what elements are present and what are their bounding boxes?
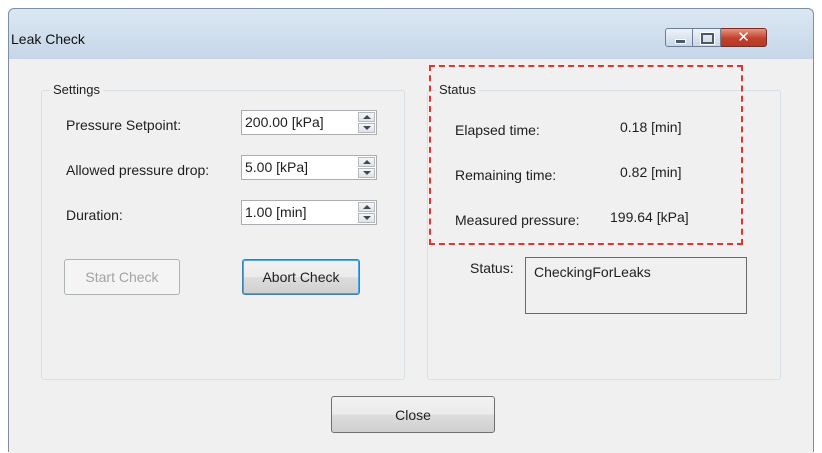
duration-value[interactable]: 1.00 [min]	[245, 204, 306, 220]
status-highlight-box	[429, 65, 743, 245]
duration-label: Duration:	[66, 207, 123, 223]
start-check-button[interactable]: Start Check	[64, 259, 180, 295]
minimize-button[interactable]	[665, 28, 693, 47]
allowed-drop-label: Allowed pressure drop:	[66, 162, 210, 178]
spin-down-icon	[363, 216, 371, 220]
pressure-setpoint-down[interactable]	[358, 123, 375, 133]
allowed-drop-down[interactable]	[358, 168, 375, 178]
duration-up[interactable]	[358, 202, 375, 212]
status-text-box: CheckingForLeaks	[525, 257, 747, 314]
close-icon: ✕	[737, 28, 750, 46]
status-text-value: CheckingForLeaks	[534, 264, 651, 280]
minimize-icon	[675, 39, 686, 44]
settings-legend: Settings	[50, 82, 103, 97]
pressure-setpoint-up[interactable]	[358, 112, 375, 122]
spin-up-icon	[363, 205, 371, 209]
maximize-icon	[701, 33, 714, 44]
spin-down-icon	[363, 171, 371, 175]
status-text-label: Status:	[470, 260, 514, 276]
window-title: Leak Check	[11, 31, 85, 47]
leak-check-window: Leak Check ✕ Settings Pressure Setpoint:…	[8, 8, 814, 453]
spin-up-icon	[363, 115, 371, 119]
close-button[interactable]: Close	[331, 396, 495, 433]
allowed-drop-value[interactable]: 5.00 [kPa]	[245, 159, 308, 175]
duration-down[interactable]	[358, 213, 375, 223]
pressure-setpoint-spinner[interactable]: 200.00 [kPa]	[241, 110, 377, 135]
spin-up-icon	[363, 160, 371, 164]
pressure-setpoint-label: Pressure Setpoint:	[66, 117, 182, 133]
title-bar[interactable]: Leak Check ✕	[9, 9, 813, 59]
allowed-drop-spin-buttons	[358, 157, 375, 178]
maximize-button[interactable]	[693, 28, 721, 47]
spin-down-icon	[363, 126, 371, 130]
allowed-drop-up[interactable]	[358, 157, 375, 167]
dialog-client-area: Settings Pressure Setpoint: 200.00 [kPa]…	[9, 59, 813, 453]
duration-spinner[interactable]: 1.00 [min]	[241, 200, 377, 225]
allowed-drop-spinner[interactable]: 5.00 [kPa]	[241, 155, 377, 180]
abort-check-button[interactable]: Abort Check	[242, 259, 360, 295]
pressure-setpoint-spin-buttons	[358, 112, 375, 133]
duration-spin-buttons	[358, 202, 375, 223]
pressure-setpoint-value[interactable]: 200.00 [kPa]	[245, 114, 324, 130]
window-close-button[interactable]: ✕	[721, 28, 767, 47]
